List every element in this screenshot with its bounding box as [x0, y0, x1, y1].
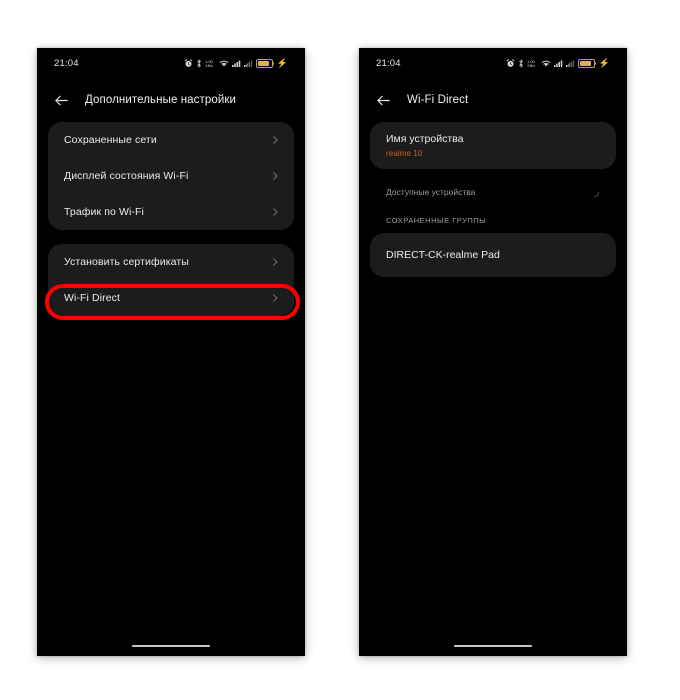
phone-right-screen: 21:04 1.00 KB/s ⚡ Wi-Fi Direct Имя устро… — [359, 48, 627, 656]
battery-icon — [255, 58, 275, 68]
svg-text:KB/s: KB/s — [527, 64, 535, 68]
signal-bars-icon — [553, 60, 563, 67]
loading-spinner-icon — [593, 191, 600, 197]
signal-bars-2-icon — [243, 60, 253, 67]
list-item-saved-networks[interactable]: Сохраненные сети — [48, 122, 294, 158]
list-item-wifi-status-display[interactable]: Дисплей состояния Wi-Fi — [48, 158, 294, 194]
status-bar-time: 21:04 — [376, 57, 401, 69]
list-item-label: Установить сертификаты — [64, 256, 189, 268]
list-item-wifi-traffic[interactable]: Трафик по Wi-Fi — [48, 194, 294, 230]
home-indicator[interactable] — [454, 644, 532, 647]
signal-bars-2-icon — [565, 60, 575, 67]
list-item-label: Трафик по Wi-Fi — [64, 206, 144, 218]
back-arrow-icon[interactable] — [53, 92, 70, 109]
available-devices-label: Доступные устройства — [386, 187, 476, 198]
device-name-label: Имя устройства — [386, 133, 464, 145]
status-bar-icons: 1.00 KB/s ⚡ — [506, 57, 610, 68]
chevron-right-icon — [273, 172, 278, 180]
charging-bolt-icon: ⚡ — [598, 57, 610, 68]
chevron-right-icon — [273, 294, 278, 302]
status-bar-time: 21:04 — [54, 57, 79, 69]
list-item-label: Сохраненные сети — [64, 134, 157, 146]
saved-group-name: DIRECT-CK-realme Pad — [386, 249, 500, 262]
settings-list: Сохраненные сети Дисплей состояния Wi-Fi… — [37, 122, 305, 656]
alarm-icon — [184, 58, 193, 67]
settings-card-1: Сохраненные сети Дисплей состояния Wi-Fi… — [48, 122, 294, 230]
app-bar: Wi-Fi Direct — [359, 78, 627, 122]
device-name-value: realme 10 — [386, 149, 423, 159]
app-bar: Дополнительные настройки — [37, 78, 305, 122]
status-bar: 21:04 1.00 KB/s ⚡ — [359, 48, 627, 78]
screenshot-stage: 21:04 1.00 KB/s ⚡ Дополнительные настройк… — [0, 0, 680, 700]
list-item-wifi-direct[interactable]: Wi-Fi Direct — [48, 280, 294, 316]
phone-left: 21:04 1.00 KB/s ⚡ Дополнительные настройк… — [37, 48, 305, 656]
list-item-label: Wi-Fi Direct — [64, 292, 121, 304]
svg-text:1.00: 1.00 — [205, 59, 214, 64]
signal-bars-icon — [231, 60, 241, 67]
wifi-direct-content: Имя устройства realme 10 Доступные устро… — [359, 122, 627, 656]
data-speed-icon: 1.00KB/s — [205, 59, 214, 68]
chevron-right-icon — [273, 258, 278, 266]
list-item-label: Дисплей состояния Wi-Fi — [64, 170, 189, 182]
settings-card-2: Установить сертификаты Wi-Fi Direct — [48, 244, 294, 316]
page-title: Дополнительные настройки — [85, 94, 237, 106]
chevron-right-icon — [273, 136, 278, 144]
wifi-icon — [219, 60, 229, 66]
saved-group-item[interactable]: DIRECT-CK-realme Pad — [370, 233, 616, 278]
available-devices-row: Доступные устройства — [370, 177, 616, 207]
phone-right: 21:04 1.00 KB/s ⚡ Wi-Fi Direct Имя устро… — [359, 48, 627, 656]
svg-text:KB/s: KB/s — [205, 64, 213, 68]
back-arrow-icon[interactable] — [375, 92, 392, 109]
chevron-right-icon — [273, 208, 278, 216]
page-title: Wi-Fi Direct — [407, 94, 469, 106]
bluetooth-icon — [519, 59, 523, 67]
charging-bolt-icon: ⚡ — [276, 57, 288, 68]
battery-icon — [577, 58, 597, 68]
list-item-install-certificates[interactable]: Установить сертификаты — [48, 244, 294, 280]
status-bar-icons: 1.00 KB/s ⚡ — [184, 57, 288, 68]
bluetooth-icon — [197, 59, 201, 67]
device-name-card[interactable]: Имя устройства realme 10 — [370, 122, 616, 170]
svg-text:1.00: 1.00 — [527, 59, 536, 64]
status-bar: 21:04 1.00 KB/s ⚡ — [37, 48, 305, 78]
wifi-icon — [541, 60, 551, 66]
phone-left-screen: 21:04 1.00 KB/s ⚡ Дополнительные настройк… — [37, 48, 305, 656]
saved-groups-section-title: СОХРАНЕННЫЕ ГРУППЫ — [386, 216, 487, 226]
data-speed-icon: 1.00KB/s — [527, 59, 536, 68]
home-indicator[interactable] — [132, 644, 210, 647]
alarm-icon — [506, 58, 515, 67]
